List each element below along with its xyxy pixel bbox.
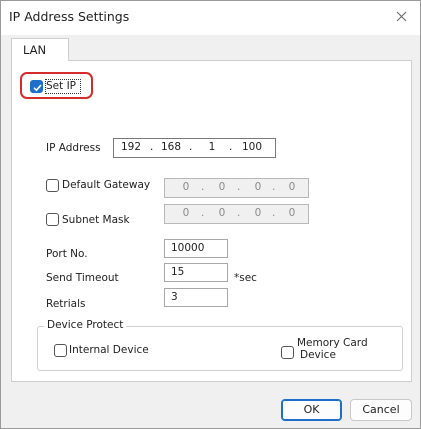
memory-card-device-checkbox[interactable] [281,346,294,359]
cancel-button[interactable]: Cancel [350,399,412,421]
mask-octet-4: 0 [288,207,296,219]
gw-dot: . [272,181,276,193]
mask-dot: . [272,207,276,219]
subnet-mask-input[interactable]: 0 . 0 . 0 . 0 [164,204,309,224]
ip-dot: . [150,141,154,153]
set-ip-checkbox[interactable] [30,80,43,93]
ip-octet-2[interactable]: 168 [158,141,184,153]
send-timeout-value: 15 [171,266,185,278]
ip-address-input[interactable]: 192 . 168 . 1 . 100 [113,138,276,158]
send-timeout-input[interactable]: 15 [164,263,228,282]
send-timeout-unit: *sec [234,272,257,284]
default-gateway-input[interactable]: 0 . 0 . 0 . 0 [164,178,309,198]
ok-button[interactable]: OK [281,399,342,421]
mask-octet-3: 0 [254,207,262,219]
subnet-mask-checkbox[interactable] [46,213,59,226]
tab-lan-label: LAN [23,43,47,57]
memory-card-device-label: Memory Card Device [297,337,368,361]
mask-octet-1: 0 [182,207,190,219]
mask-octet-2: 0 [218,207,226,219]
port-label: Port No. [46,248,88,260]
retrials-input[interactable]: 3 [164,288,228,307]
port-input[interactable]: 10000 [164,239,228,258]
ip-dot: . [189,141,193,153]
mask-dot: . [201,207,205,219]
mask-dot: . [237,207,241,219]
gw-octet-4: 0 [288,181,296,193]
memory-card-label-line2: Device [300,349,336,361]
ip-address-label: IP Address [46,142,101,154]
device-protect-title: Device Protect [44,319,127,331]
ip-octet-1[interactable]: 192 [118,141,144,153]
retrials-label: Retrials [46,298,86,310]
ip-octet-4[interactable]: 100 [239,141,265,153]
default-gateway-label: Default Gateway [62,179,151,191]
memory-card-label-line1: Memory Card [297,337,368,349]
set-ip-label: Set IP [46,80,77,92]
ip-dot: . [229,141,233,153]
gw-octet-3: 0 [254,181,262,193]
internal-device-label: Internal Device [69,344,149,356]
gw-octet-2: 0 [218,181,226,193]
send-timeout-label: Send Timeout [46,272,119,284]
gw-dot: . [237,181,241,193]
default-gateway-checkbox[interactable] [46,179,59,192]
window-title: IP Address Settings [9,9,130,24]
port-value: 10000 [171,242,205,254]
close-icon[interactable] [388,5,414,29]
title-bar[interactable]: IP Address Settings [1,1,420,35]
ip-octet-3[interactable]: 1 [199,141,225,153]
gw-dot: . [201,181,205,193]
retrials-value: 3 [171,291,178,303]
tab-lan[interactable]: LAN [11,38,69,61]
dialog-window: IP Address Settings LAN Set IP IP Addres… [0,0,421,429]
internal-device-checkbox[interactable] [54,344,67,357]
gw-octet-1: 0 [182,181,190,193]
subnet-mask-label: Subnet Mask [62,214,130,226]
